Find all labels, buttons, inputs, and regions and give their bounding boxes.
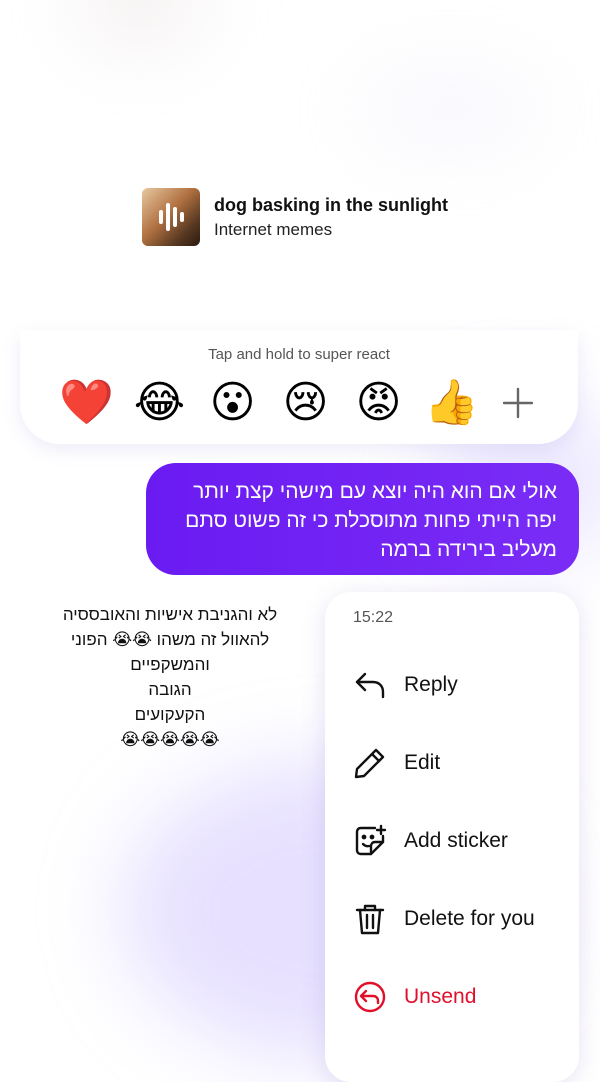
- audio-wave-icon: [142, 188, 200, 246]
- background-glow: [80, 0, 200, 40]
- message-timestamp: 15:22: [353, 609, 394, 626]
- sent-message-bubble[interactable]: אולי אם הוא היה יוצא עם מישהי קצת יותר י…: [146, 463, 579, 575]
- delete-for-you-button[interactable]: Delete for you: [325, 889, 579, 949]
- unsend-label: Unsend: [404, 985, 477, 1008]
- message-line: אולי אם הוא היה יוצא עם מישהי קצת יותר: [193, 480, 557, 503]
- reply-icon: [353, 668, 387, 702]
- message-line: והמשקפיים: [130, 655, 210, 674]
- message-line: הגובה: [148, 680, 192, 699]
- edit-button[interactable]: Edit: [325, 733, 579, 793]
- add-sticker-button[interactable]: Add sticker: [325, 811, 579, 871]
- reaction-heart[interactable]: ❤️: [50, 376, 123, 430]
- reaction-angry[interactable]: 😡: [342, 376, 415, 430]
- reply-label: Reply: [404, 673, 458, 696]
- reaction-tray: Tap and hold to super react ❤️ 😂 😮 😢 😡 👍: [20, 330, 578, 444]
- message-line: לא והגניבת אישיות והאובססיה: [62, 605, 278, 624]
- more-reactions-button[interactable]: [488, 376, 548, 430]
- unsend-icon: [353, 980, 387, 1014]
- edit-label: Edit: [404, 751, 441, 774]
- reaction-wow[interactable]: 😮: [196, 376, 269, 430]
- post-subtitle: Internet memes: [214, 219, 333, 239]
- message-context-menu: 15:22 Reply Edit Add sticker Delete for …: [325, 592, 579, 1082]
- delete-for-you-label: Delete for you: [404, 907, 535, 930]
- post-thumbnail: [142, 188, 200, 246]
- shared-post-card[interactable]: dog basking in the sunlight Internet mem…: [142, 188, 448, 246]
- message-line: 😭😭😭😭😭: [120, 730, 220, 749]
- add-sticker-label: Add sticker: [404, 829, 508, 852]
- message-line: מעליב בירידה ברמה: [380, 538, 557, 561]
- background-glow: [360, 80, 540, 140]
- reaction-emoji-row: ❤️ 😂 😮 😢 😡 👍: [50, 376, 548, 430]
- reply-button[interactable]: Reply: [325, 655, 579, 715]
- message-line: להאוול זה משהו 😭😭 הפוני: [70, 630, 270, 649]
- reaction-hint: Tap and hold to super react: [208, 346, 390, 363]
- reaction-thumbs-up[interactable]: 👍: [415, 376, 488, 430]
- trash-icon: [353, 902, 387, 936]
- post-title: dog basking in the sunlight: [214, 194, 448, 215]
- received-message[interactable]: לא והגניבת אישיות והאובססיה להאוול זה מש…: [20, 602, 320, 752]
- sticker-icon: [353, 824, 387, 858]
- plus-icon: [502, 387, 534, 419]
- message-line: יפה הייתי פחות מתוסכלת כי זה פשוט סתם: [185, 509, 557, 532]
- pencil-icon: [353, 746, 387, 780]
- message-line: הקעקועים: [134, 705, 206, 724]
- unsend-button[interactable]: Unsend: [325, 967, 579, 1027]
- reaction-sad[interactable]: 😢: [269, 376, 342, 430]
- reaction-laugh[interactable]: 😂: [123, 376, 196, 430]
